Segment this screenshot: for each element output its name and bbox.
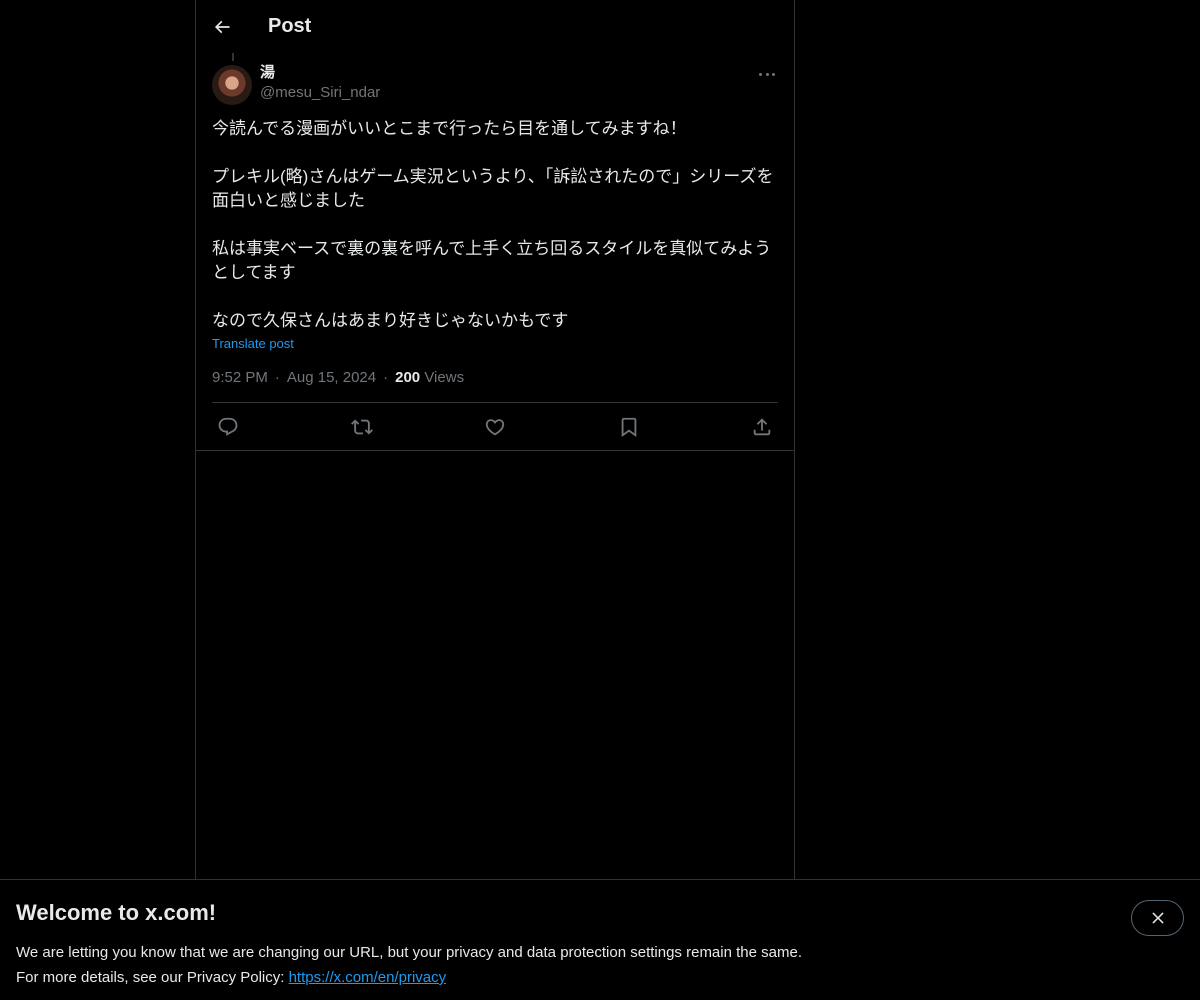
post-time[interactable]: 9:52 PM <box>212 369 268 386</box>
views-count: 200 <box>395 369 421 386</box>
post-author-row: 湯 @mesu_Siri_ndar <box>212 63 778 105</box>
post: 湯 @mesu_Siri_ndar 今読んでる漫画がいいとこまで行ったら目を通し… <box>196 63 794 451</box>
banner-privacy-line: For more details, see our Privacy Policy… <box>16 965 1184 990</box>
share-icon <box>753 417 771 435</box>
bookmark-button[interactable] <box>617 415 641 439</box>
post-meta: 9:52 PM · Aug 15, 2024 · 200 Views <box>212 369 778 386</box>
close-icon <box>1151 912 1164 924</box>
repost-button[interactable] <box>350 415 374 439</box>
post-date[interactable]: Aug 15, 2024 <box>287 369 376 386</box>
thread-connector-line <box>232 53 234 61</box>
more-button[interactable] <box>756 65 778 83</box>
author-handle[interactable]: @mesu_Siri_ndar <box>260 83 380 103</box>
privacy-policy-link[interactable]: https://x.com/en/privacy <box>289 969 447 986</box>
meta-separator: · <box>383 369 389 386</box>
views-label: Views <box>424 369 465 386</box>
top-bar: Post <box>196 0 794 53</box>
arrow-left-icon <box>214 20 230 33</box>
page-title: Post <box>268 15 312 37</box>
banner-message: We are letting you know that we are chan… <box>16 944 802 961</box>
like-icon <box>485 418 505 435</box>
meta-separator: · <box>274 369 280 386</box>
share-button[interactable] <box>750 415 774 439</box>
author-names: 湯 @mesu_Siri_ndar <box>260 63 380 103</box>
back-button[interactable] <box>212 17 232 37</box>
reply-icon <box>218 417 238 436</box>
more-horizontal-icon <box>759 72 762 76</box>
like-button[interactable] <box>483 415 507 439</box>
welcome-banner: Welcome to x.com! We are letting you kno… <box>0 879 1200 1000</box>
banner-title: Welcome to x.com! <box>16 900 217 925</box>
post-views[interactable]: 200 Views <box>395 369 464 386</box>
author-display-name[interactable]: 湯 <box>260 63 380 83</box>
close-banner-button[interactable] <box>1131 900 1184 936</box>
main-column: Post 湯 @mesu_Siri_ndar 今読んでる漫画がいいとこまで行った… <box>195 0 795 879</box>
post-text: 今読んでる漫画がいいとこまで行ったら目を通してみますね！ プレキル(略)さんはゲ… <box>212 119 774 330</box>
bookmark-icon <box>621 417 636 437</box>
divider <box>196 450 794 451</box>
post-actions <box>212 403 778 450</box>
banner-privacy-prefix: For more details, see our Privacy Policy… <box>16 969 289 986</box>
repost-icon <box>350 419 373 434</box>
avatar[interactable] <box>212 65 252 105</box>
translate-post-link[interactable]: Translate post <box>212 335 778 353</box>
reply-button[interactable] <box>216 415 240 439</box>
